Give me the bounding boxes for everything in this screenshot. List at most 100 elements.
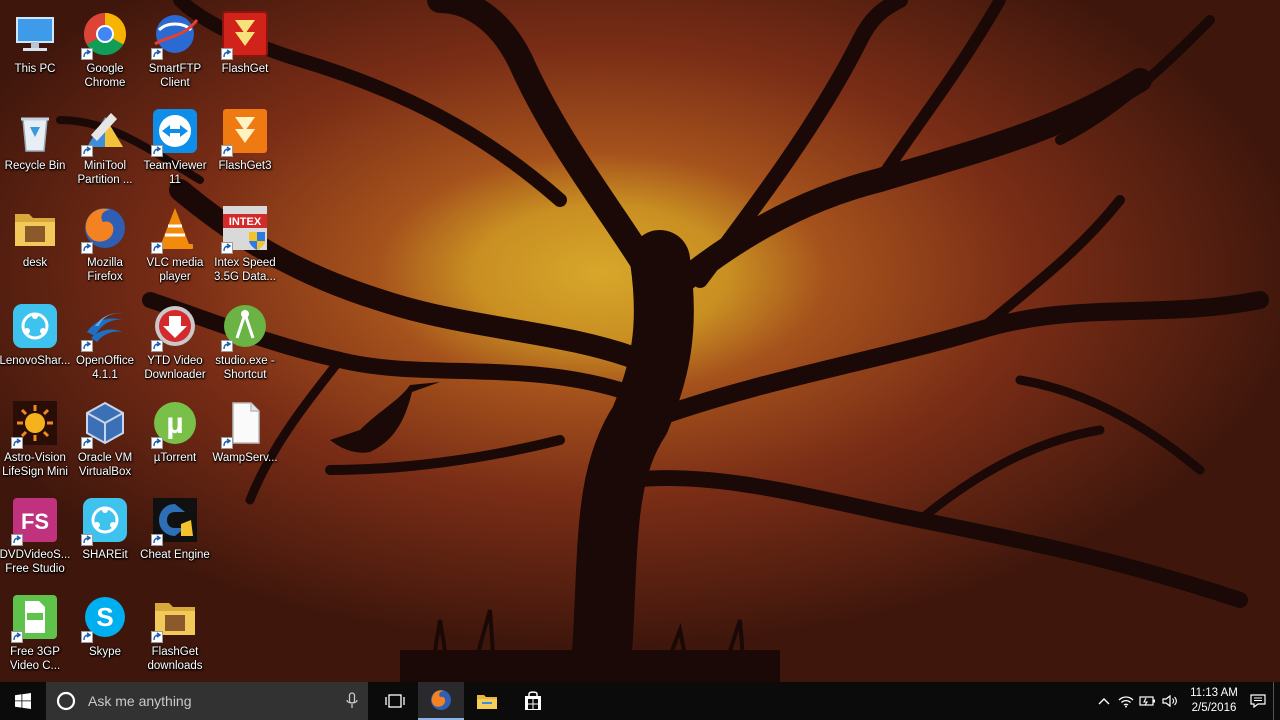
shortcut-arrow-icon — [151, 340, 163, 352]
desktop-icon[interactable]: Free 3GP Video C... — [0, 583, 70, 679]
desktop-icon[interactable]: desk — [0, 194, 70, 290]
desktop-icon[interactable]: WampServ... — [210, 389, 280, 485]
shortcut-arrow-icon — [81, 437, 93, 449]
teamviewer-icon — [151, 107, 199, 157]
task-view-icon — [385, 694, 405, 708]
chevron-up-icon — [1098, 698, 1110, 705]
desktop-icon[interactable]: OpenOffice 4.1.1 — [70, 292, 140, 388]
free-3gp-icon — [11, 593, 59, 643]
desktop-icon[interactable]: Recycle Bin — [0, 97, 70, 193]
shortcut-arrow-icon — [11, 534, 23, 546]
firefox-icon — [431, 690, 451, 710]
desktop-icon[interactable]: Astro-Vision LifeSign Mini — [0, 389, 70, 485]
microphone-icon[interactable] — [346, 692, 358, 710]
shareit-icon — [81, 496, 129, 546]
desktop-icon-label: FlashGet3 — [218, 160, 272, 172]
desktop-icon[interactable]: YTD Video Downloader — [140, 292, 210, 388]
notifications-icon — [1250, 694, 1266, 708]
folder-icon — [11, 204, 59, 252]
volume-button[interactable] — [1159, 682, 1181, 720]
taskbar-file-explorer-button[interactable] — [464, 682, 510, 720]
intex-icon: INTEX — [221, 204, 269, 254]
cortana-icon — [56, 691, 76, 711]
desktop-icon[interactable]: This PC — [0, 0, 70, 96]
file-icon — [221, 399, 269, 449]
search-box[interactable] — [46, 682, 368, 720]
show-desktop-button[interactable] — [1273, 682, 1280, 720]
desktop-icon[interactable]: VLC media player — [140, 194, 210, 290]
shortcut-arrow-icon — [81, 242, 93, 254]
network-button[interactable] — [1115, 682, 1137, 720]
action-center-button[interactable] — [1247, 682, 1269, 720]
desktop-icon[interactable]: µ µTorrent — [140, 389, 210, 485]
search-input[interactable] — [86, 692, 346, 710]
desktop-icon-label: LenovoShar... — [0, 355, 71, 367]
shortcut-arrow-icon — [81, 631, 93, 643]
desktop-icon-label: Free 3GP Video C... — [9, 646, 61, 672]
desktop-icon-label: Recycle Bin — [4, 160, 66, 172]
svg-text:INTEX: INTEX — [229, 216, 262, 228]
shortcut-arrow-icon — [221, 48, 233, 60]
shortcut-arrow-icon — [221, 145, 233, 157]
battery-button[interactable] — [1137, 682, 1159, 720]
desktop-icon[interactable]: SHAREit — [70, 486, 140, 582]
folder-icon — [477, 695, 497, 709]
clock[interactable]: 11:13 AM 2/5/2016 — [1185, 686, 1243, 716]
taskbar-store-button[interactable] — [510, 682, 556, 720]
desktop-icon[interactable]: LenovoShar... — [0, 292, 70, 388]
shortcut-arrow-icon — [221, 340, 233, 352]
this-pc-icon — [11, 10, 59, 58]
desktop-icon-label: FlashGet — [221, 63, 269, 75]
shortcut-arrow-icon — [221, 242, 233, 254]
start-button[interactable] — [0, 682, 46, 720]
desktop-icon[interactable]: MiniTool Partition ... — [70, 97, 140, 193]
battery-charging-icon — [1139, 696, 1155, 706]
show-hidden-icons-button[interactable] — [1093, 682, 1115, 720]
shortcut-arrow-icon — [151, 534, 163, 546]
svg-text:S: S — [96, 602, 113, 632]
flashget3-icon — [221, 107, 269, 157]
desktop-icon-label: DVDVideoS... Free Studio — [0, 549, 71, 575]
desktop-icon-label: YTD Video Downloader — [144, 355, 206, 381]
desktop-icon[interactable]: INTEX Intex Speed 3.5G Data... — [210, 194, 280, 290]
desktop-icon[interactable]: Mozilla Firefox — [70, 194, 140, 290]
desktop-icon-label: studio.exe - Shortcut — [215, 355, 275, 381]
desktop-icon-label: Astro-Vision LifeSign Mini — [2, 452, 68, 478]
flashget-icon — [221, 10, 269, 60]
desktop-icon[interactable]: FlashGet3 — [210, 97, 280, 193]
desktop-icon-label: FlashGet downloads — [147, 646, 203, 672]
desktop-icon[interactable]: Oracle VM VirtualBox — [70, 389, 140, 485]
android-studio-icon — [221, 302, 269, 352]
astro-vision-icon — [11, 399, 59, 449]
desktop-icon-label: desk — [22, 257, 48, 269]
shortcut-arrow-icon — [81, 340, 93, 352]
desktop-icon-label: VLC media player — [146, 257, 204, 283]
desktop-icon[interactable]: FlashGet downloads — [140, 583, 210, 679]
desktop-icon[interactable]: FlashGet — [210, 0, 280, 96]
desktop-icon-label: Skype — [89, 646, 121, 658]
desktop-icon[interactable]: FS DVDVideoS... Free Studio — [0, 486, 70, 582]
desktop-icon-label: This PC — [14, 63, 56, 75]
wifi-icon — [1118, 696, 1134, 708]
desktop-icon[interactable]: SmartFTP Client — [140, 0, 210, 96]
task-view-button[interactable] — [372, 682, 418, 720]
speaker-icon — [1162, 694, 1177, 708]
desktop-icon[interactable]: S Skype — [70, 583, 140, 679]
desktop-icon-label: Oracle VM VirtualBox — [77, 452, 133, 478]
desktop-icon-label: MiniTool Partition ... — [77, 160, 133, 186]
desktop-icon[interactable]: Google Chrome — [70, 0, 140, 96]
smartftp-icon — [151, 10, 199, 60]
firefox-icon — [81, 204, 129, 254]
virtualbox-icon — [81, 399, 129, 449]
desktop-icon-label: Cheat Engine — [140, 549, 210, 561]
taskbar-firefox-button[interactable] — [418, 682, 464, 720]
desktop-icon-label: SmartFTP Client — [148, 63, 202, 89]
desktop-icon[interactable]: TeamViewer 11 — [140, 97, 210, 193]
chrome-icon — [81, 10, 129, 60]
desktop-icon[interactable]: studio.exe - Shortcut — [210, 292, 280, 388]
utorrent-icon: µ — [151, 399, 199, 449]
shortcut-arrow-icon — [221, 437, 233, 449]
shortcut-arrow-icon — [151, 437, 163, 449]
desktop-icon[interactable]: Cheat Engine — [140, 486, 210, 582]
desktop-icon-label: WampServ... — [212, 452, 278, 464]
